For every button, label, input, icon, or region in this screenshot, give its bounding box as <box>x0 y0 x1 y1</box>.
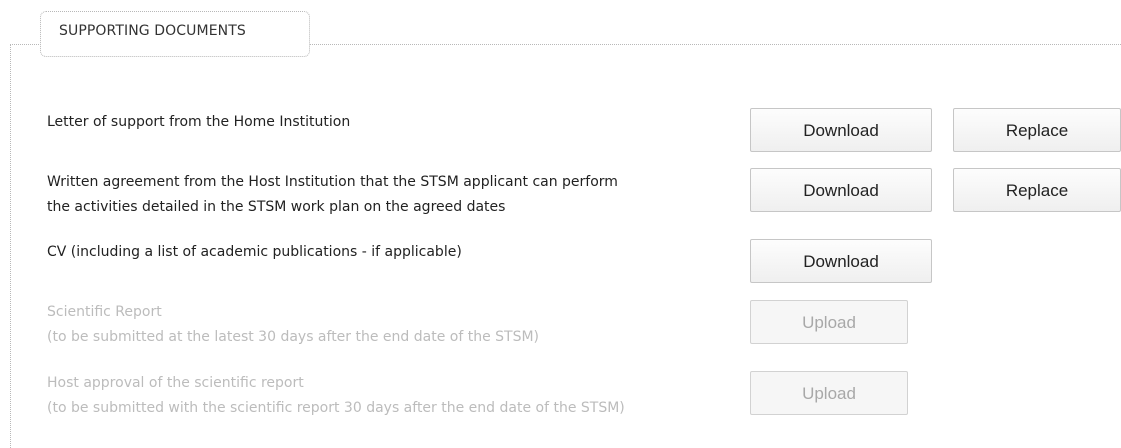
document-label-cv: CV (including a list of academic publica… <box>47 244 462 260</box>
section-title: SUPPORTING DOCUMENTS <box>40 11 310 57</box>
upload-button-scientific-report: Upload <box>750 300 908 344</box>
replace-button-written-agreement[interactable]: Replace <box>953 168 1121 212</box>
download-button-letter-of-support[interactable]: Download <box>750 108 932 152</box>
document-label-host-approval: Host approval of the scientific report (… <box>47 375 625 416</box>
upload-button-host-approval: Upload <box>750 371 908 415</box>
replace-button-letter-of-support[interactable]: Replace <box>953 108 1121 152</box>
download-button-written-agreement[interactable]: Download <box>750 168 932 212</box>
document-label-letter-of-support: Letter of support from the Home Institut… <box>47 114 351 130</box>
download-button-cv[interactable]: Download <box>750 239 932 283</box>
document-label-written-agreement: Written agreement from the Host Institut… <box>47 174 618 215</box>
supporting-documents-page: SUPPORTING DOCUMENTS Letter of support f… <box>0 0 1121 448</box>
document-label-scientific-report: Scientific Report (to be submitted at th… <box>47 304 540 345</box>
